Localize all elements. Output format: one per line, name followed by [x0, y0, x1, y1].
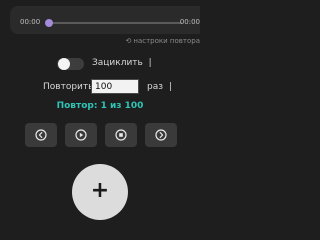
- repeat-status: Повтор: 1 из 100: [56, 101, 144, 111]
- stop-icon: [115, 129, 127, 141]
- forward-button[interactable]: [145, 123, 177, 147]
- forward-icon: [155, 129, 167, 141]
- time-end: 00:00: [179, 18, 200, 26]
- plus-icon: +: [90, 178, 110, 203]
- loop-label: Зациклить |: [92, 58, 152, 68]
- progress-slider[interactable]: [45, 19, 182, 27]
- repeat-settings-label: настроки повтора: [133, 37, 200, 45]
- progress-thumb[interactable]: [45, 19, 53, 27]
- repeat-unit: раз: [147, 82, 164, 92]
- repeat-settings-link[interactable]: ⟲ настроки повтора: [126, 37, 200, 45]
- repeat-separator: |: [169, 82, 173, 92]
- play-button[interactable]: [65, 123, 97, 147]
- repeat-icon: ⟲: [125, 37, 132, 45]
- rewind-icon: [35, 129, 47, 141]
- repeat-label: Повторить:: [43, 82, 97, 92]
- loop-toggle[interactable]: [57, 58, 84, 70]
- add-button[interactable]: +: [72, 164, 128, 220]
- stop-button[interactable]: [105, 123, 137, 147]
- play-icon: [75, 129, 87, 141]
- loop-toggle-knob: [58, 58, 70, 70]
- rewind-button[interactable]: [25, 123, 57, 147]
- player-card: 00:00 00:00: [10, 6, 200, 34]
- repeat-count-input[interactable]: [91, 79, 139, 94]
- time-start: 00:00: [20, 18, 41, 26]
